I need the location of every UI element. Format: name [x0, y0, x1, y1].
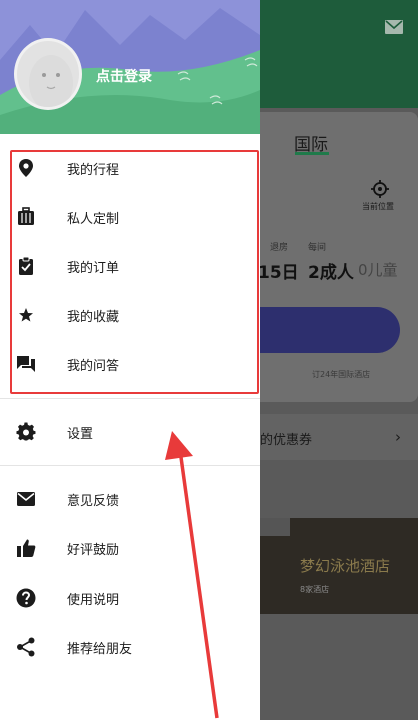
- annotation-arrow: [165, 431, 219, 719]
